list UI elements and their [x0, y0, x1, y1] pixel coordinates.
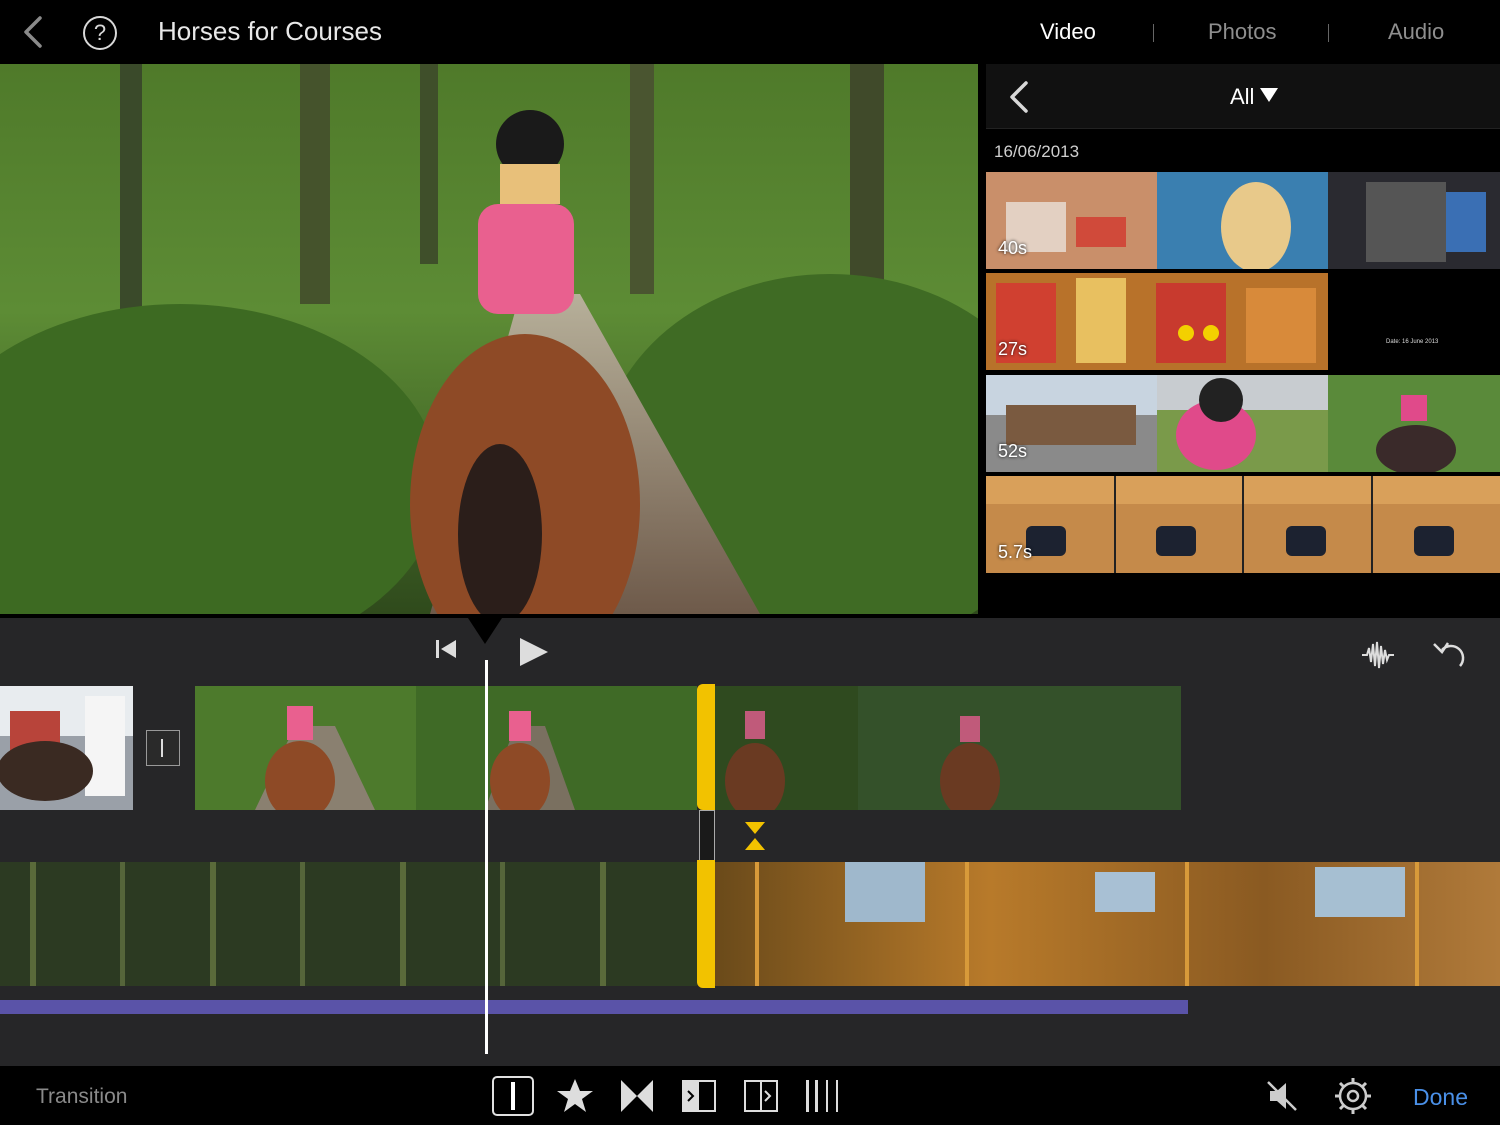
done-button[interactable]: Done	[1413, 1084, 1468, 1111]
dropdown-arrow-icon	[1260, 88, 1279, 102]
clip-thumbnail	[715, 686, 1181, 810]
trim-handle[interactable]	[697, 860, 715, 988]
clip-thumbnail	[986, 375, 1500, 472]
clip-duration: 52s	[998, 441, 1028, 461]
timeline-clip[interactable]	[715, 686, 1181, 810]
tab-photos[interactable]: Photos	[1208, 19, 1277, 45]
viewer-frame	[0, 64, 978, 614]
slide-transition-icon[interactable]	[678, 1076, 720, 1116]
browser-clip[interactable]: Date: 16 June 2013 27s	[986, 273, 1500, 370]
tab-video[interactable]: Video	[1040, 19, 1096, 45]
clip-thumbnail	[0, 686, 133, 810]
wipe-transition-icon[interactable]	[740, 1076, 782, 1116]
undo-icon[interactable]	[1430, 638, 1470, 672]
clip-thumbnail	[986, 476, 1500, 573]
playhead-marker	[468, 618, 502, 644]
help-icon[interactable]: ?	[83, 16, 117, 50]
mute-icon[interactable]	[1262, 1076, 1304, 1116]
back-chevron-icon[interactable]	[18, 14, 48, 50]
browser-clip[interactable]: 5.7s	[986, 476, 1500, 573]
timeline-clip[interactable]	[195, 686, 697, 810]
transition-none-button[interactable]	[492, 1076, 534, 1116]
transition-marker[interactable]	[146, 730, 180, 766]
timeline-clip[interactable]	[0, 686, 133, 810]
clip-thumbnail	[0, 862, 697, 986]
browser-back-chevron-icon[interactable]	[1008, 80, 1030, 114]
timeline-clip[interactable]	[715, 862, 1500, 986]
cutaway-indicator-icon[interactable]	[742, 820, 768, 852]
media-browser: All 16/06/2013 40s Date: 16 June 2013 27	[986, 64, 1500, 618]
project-title: Horses for Courses	[158, 16, 382, 46]
video-viewer[interactable]	[0, 64, 978, 614]
tab-divider	[1328, 24, 1329, 42]
trim-handle[interactable]	[697, 684, 715, 810]
star-icon[interactable]	[554, 1076, 596, 1116]
gear-icon[interactable]	[1332, 1076, 1374, 1116]
filter-dropdown[interactable]: All	[1230, 84, 1279, 110]
filter-label: All	[1230, 84, 1255, 109]
tab-audio[interactable]: Audio	[1388, 19, 1444, 45]
timeline-clip[interactable]	[0, 862, 697, 986]
browser-clip[interactable]: 52s	[986, 375, 1500, 472]
clip-thumbnail	[715, 862, 1500, 986]
playhead-line[interactable]	[485, 660, 488, 1054]
skip-to-start-icon[interactable]	[434, 638, 458, 660]
title-card-text: Date: 16 June 2013	[1386, 339, 1439, 345]
play-icon[interactable]	[516, 636, 550, 668]
tab-divider	[1153, 24, 1154, 42]
fade-transition-icon[interactable]	[802, 1076, 844, 1116]
clip-thumbnail	[986, 172, 1500, 269]
browser-clip[interactable]: 40s	[986, 172, 1500, 269]
waveform-icon[interactable]	[1360, 638, 1396, 672]
clip-thumbnail	[986, 273, 1500, 370]
date-group-label: 16/06/2013	[994, 142, 1080, 161]
cross-dissolve-icon[interactable]	[616, 1076, 658, 1116]
clip-duration: 40s	[998, 238, 1028, 258]
clip-duration: 27s	[998, 339, 1028, 359]
audio-track[interactable]	[0, 1000, 1188, 1014]
clip-thumbnail	[195, 686, 697, 810]
clip-link-connector	[699, 810, 715, 862]
clip-duration: 5.7s	[998, 542, 1033, 562]
inspector-mode-label: Transition	[36, 1085, 128, 1108]
